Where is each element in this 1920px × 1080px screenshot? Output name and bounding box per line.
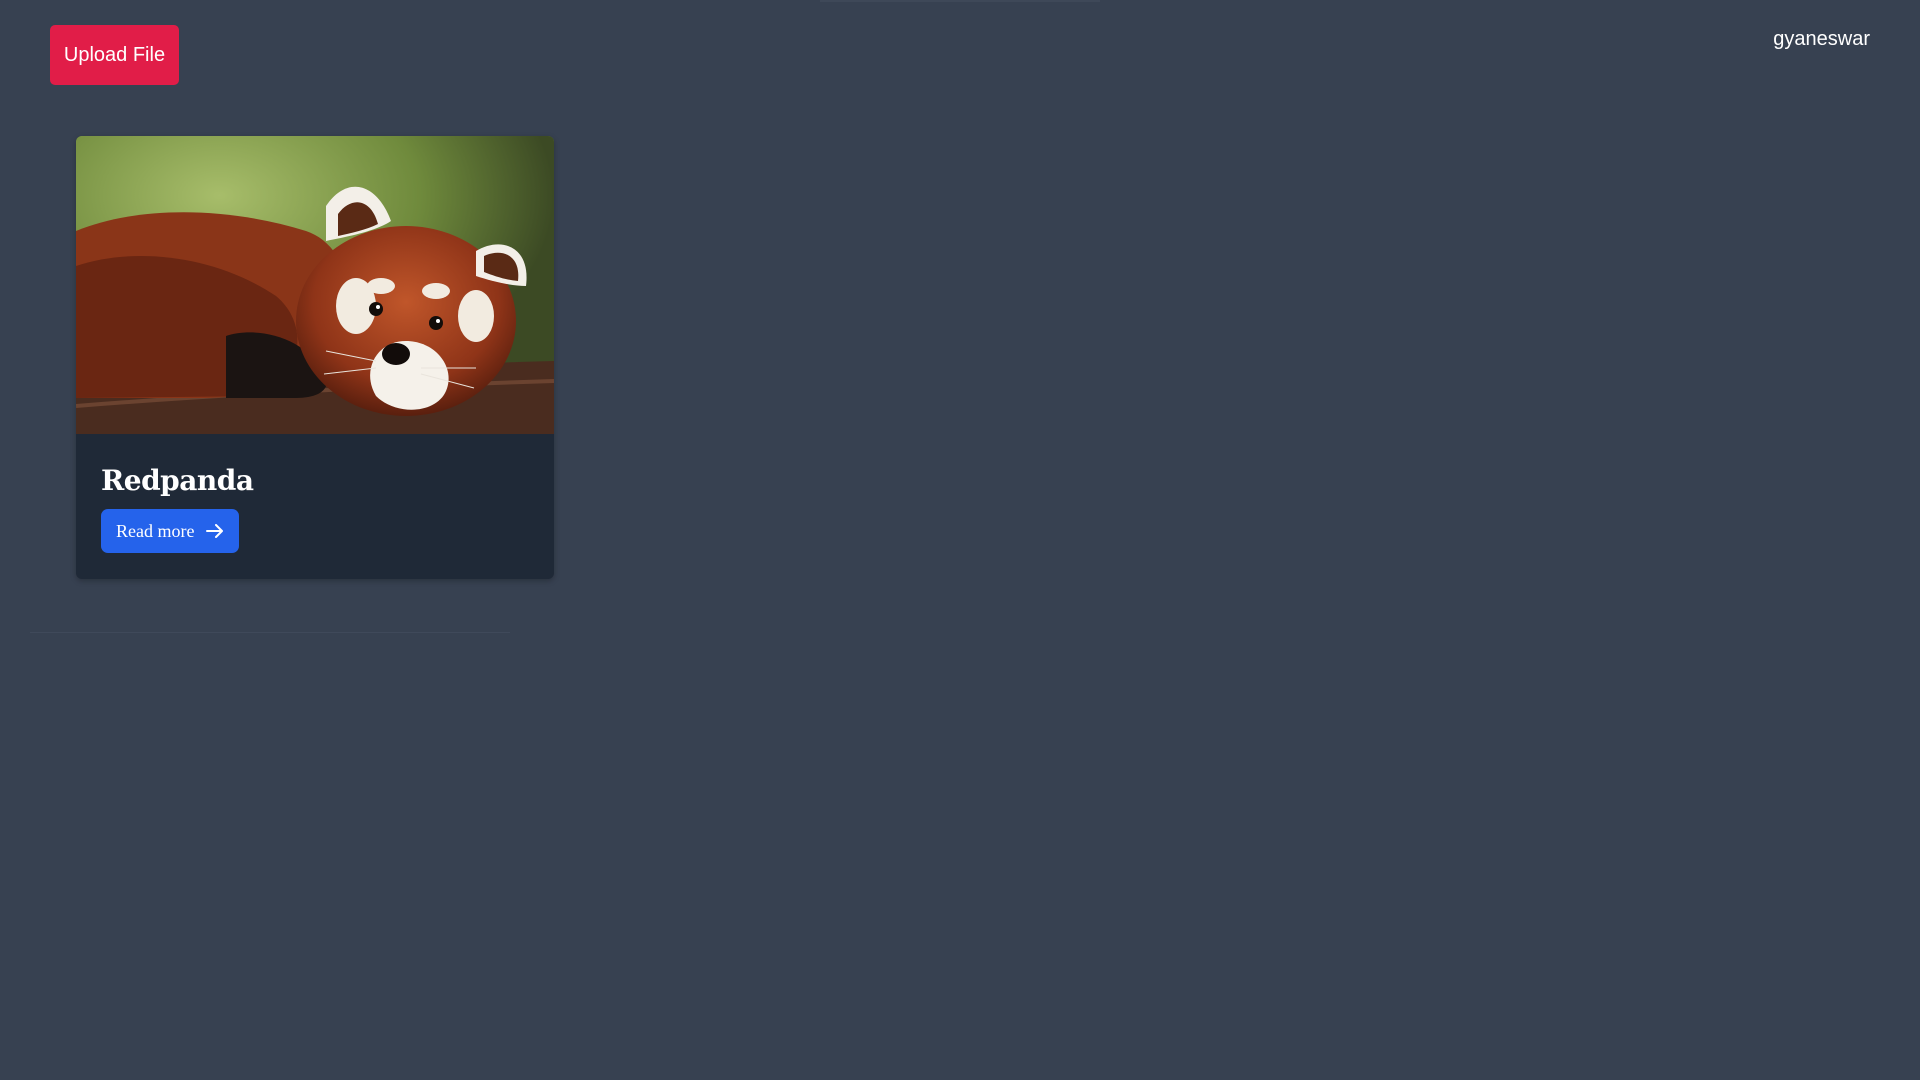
top-divider [820, 0, 1100, 2]
post-card: Redpanda Read more [76, 136, 554, 579]
upload-file-button[interactable]: Upload File [50, 25, 179, 85]
card-image [76, 136, 554, 434]
username-label: gyaneswar [1773, 28, 1870, 50]
card-title: Redpanda [101, 464, 254, 497]
read-more-label: Read more [116, 520, 195, 541]
read-more-button[interactable]: Read more [101, 509, 240, 553]
arrow-right-icon [206, 524, 224, 538]
page: Upload File gyaneswar Redpanda Read more [0, 0, 1920, 1080]
red-panda-photo [76, 136, 554, 434]
card-body: Redpanda Read more [76, 434, 554, 578]
content-divider [30, 632, 510, 633]
